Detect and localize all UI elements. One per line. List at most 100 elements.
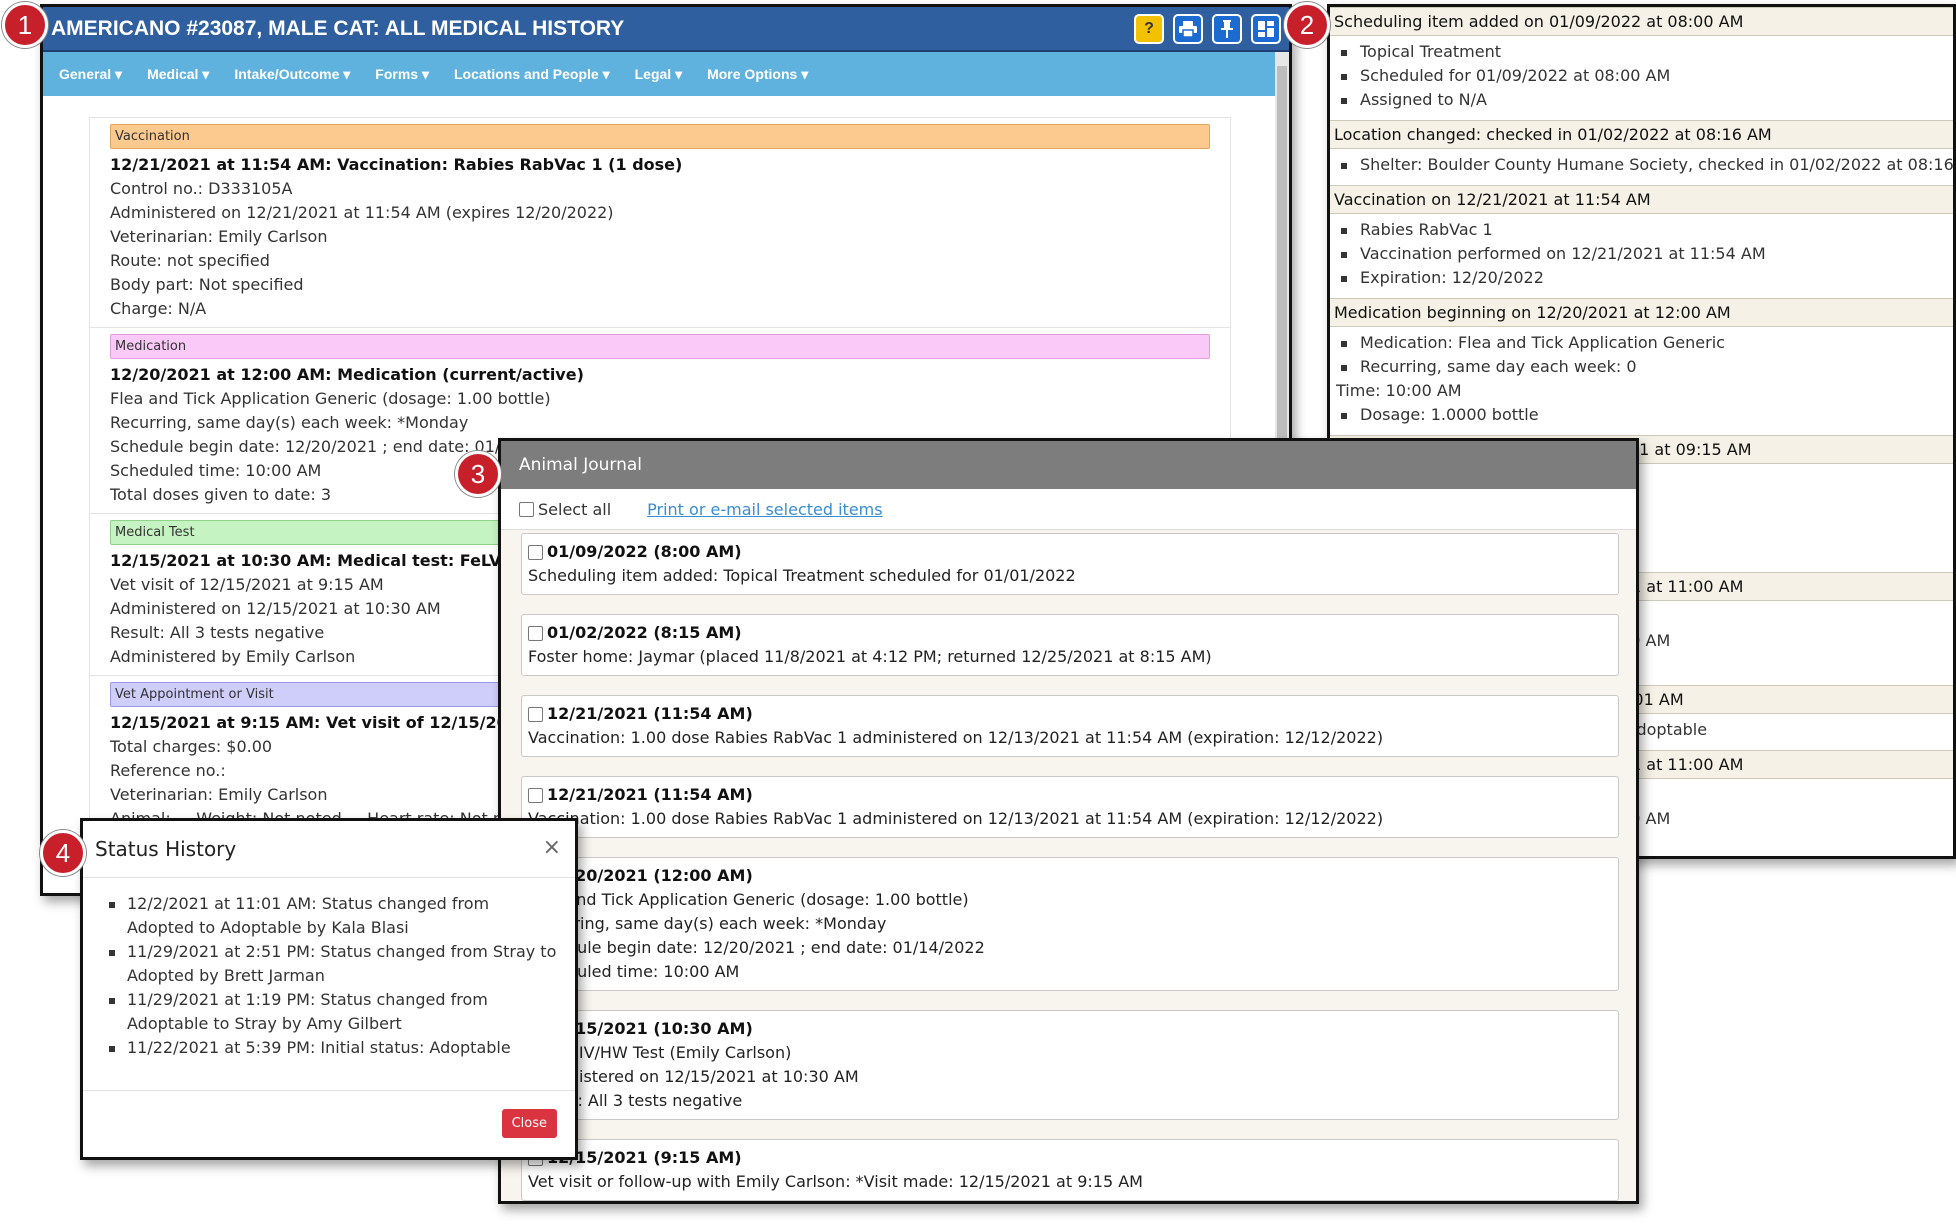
close-icon[interactable]: ×: [543, 835, 561, 860]
nav-forms[interactable]: Forms ▾: [375, 66, 429, 83]
journal-entry-line: Administered on 12/15/2021 at 10:30 AM: [528, 1067, 859, 1086]
print-icon[interactable]: [1173, 13, 1203, 44]
journal-header: Animal Journal: [501, 441, 1636, 489]
callout-badge-2: 2: [1284, 2, 1330, 48]
journal-entry-line: Scheduled time: 10:00 AM: [528, 962, 740, 981]
status-history-dialog: Status History × 12/2/2021 at 11:01 AM: …: [80, 818, 578, 1160]
change-detail-item: Scheduled for 01/09/2022 at 08:00 AM: [1330, 64, 1953, 88]
change-detail-item: Rabies RabVac 1: [1330, 218, 1953, 242]
status-history-list: 12/2/2021 at 11:01 AM: Status changed fr…: [83, 878, 575, 1102]
change-detail-item: Vaccination performed on 12/21/2021 at 1…: [1330, 242, 1953, 266]
status-history-header: Status History ×: [83, 821, 575, 878]
status-history-item: 12/2/2021 at 11:01 AM: Status changed fr…: [97, 892, 561, 940]
journal-entry-line: FeLV/FIV/HW Test (Emily Carlson): [528, 1043, 792, 1062]
nav-intake-outcome[interactable]: Intake/Outcome ▾: [234, 66, 350, 83]
change-section-body: Rabies RabVac 1 Vaccination performed on …: [1330, 214, 1953, 298]
journal-entry: 01/09/2022 (8:00 AM) Scheduling item adde…: [521, 533, 1619, 595]
journal-entries: 01/09/2022 (8:00 AM) Scheduling item adde…: [521, 533, 1619, 1201]
medical-type-tag: Medication: [110, 334, 1210, 359]
select-all-label[interactable]: Select all: [538, 500, 611, 519]
change-section-header: Vaccination on 12/21/2021 at 11:54 AM: [1330, 185, 1953, 214]
nav-general[interactable]: General ▾: [59, 66, 122, 83]
print-email-link[interactable]: Print or e-mail selected items: [647, 500, 882, 519]
medical-entry-line: Recurring, same day(s) each week: *Monda…: [110, 413, 469, 432]
medical-entry-line: Route: not specified: [110, 251, 270, 270]
journal-entry-line: Flea and Tick Application Generic (dosag…: [528, 890, 969, 909]
journal-entry: 12/20/2021 (12:00 AM) Flea and Tick Appli…: [521, 857, 1619, 991]
journal-entry-date: 01/02/2022 (8:15 AM): [547, 623, 742, 642]
journal-entry: 01/02/2022 (8:15 AM) Foster home: Jaymar …: [521, 614, 1619, 676]
journal-entry-header: 12/15/2021 (9:15 AM): [528, 1146, 1612, 1170]
change-detail-item: Topical Treatment: [1330, 40, 1953, 64]
journal-entry-checkbox[interactable]: [528, 707, 543, 722]
change-detail-item: Assigned to N/A: [1330, 88, 1953, 112]
medical-entry-title: 12/21/2021 at 11:54 AM: Vaccination: Rab…: [110, 155, 683, 174]
medical-entry-line: Flea and Tick Application Generic (dosag…: [110, 389, 551, 408]
journal-entry-header: 01/09/2022 (8:00 AM): [528, 540, 1612, 564]
change-detail-item: Time: 10:00 AM: [1336, 381, 1462, 400]
nav-locations-people[interactable]: Locations and People ▾: [454, 66, 610, 83]
change-detail-item: Expiration: 12/20/2022: [1330, 266, 1953, 290]
journal-entry-line: Foster home: Jaymar (placed 11/8/2021 at…: [528, 647, 1212, 666]
journal-entry-date: 12/21/2021 (11:54 AM): [547, 704, 753, 723]
journal-entry-checkbox[interactable]: [528, 626, 543, 641]
journal-entry: 12/15/2021 (10:30 AM) FeLV/FIV/HW Test (E…: [521, 1010, 1619, 1120]
nav-medical[interactable]: Medical ▾: [147, 66, 209, 83]
nav-more-options[interactable]: More Options ▾: [707, 66, 808, 83]
callout-badge-1: 1: [2, 2, 48, 48]
change-section-body: Medication: Flea and Tick Application Ge…: [1330, 327, 1953, 435]
nav-legal[interactable]: Legal ▾: [635, 66, 682, 83]
window-title: AMERICANO #23087, MALE CAT: ALL MEDICAL …: [51, 16, 625, 40]
change-section-body: Shelter: Boulder County Humane Society, …: [1330, 149, 1953, 185]
scrollbar-thumb[interactable]: [1277, 66, 1287, 456]
help-icon[interactable]: ?: [1134, 13, 1164, 44]
journal-entry-checkbox[interactable]: [528, 788, 543, 803]
medical-entry: Vaccination 12/21/2021 at 11:54 AM: Vacci…: [90, 118, 1230, 328]
medical-type-tag: Vaccination: [110, 124, 1210, 149]
callout-badge-3: 3: [455, 451, 501, 497]
change-detail-item: Dosage: 1.0000 bottle: [1330, 403, 1953, 427]
change-section-body: Topical Treatment Scheduled for 01/09/202…: [1330, 36, 1953, 120]
medical-entry-line: Administered on 12/21/2021 at 11:54 AM (…: [110, 203, 614, 222]
journal-entry: 12/21/2021 (11:54 AM) Vaccination: 1.00 d…: [521, 695, 1619, 757]
journal-entry-header: 01/02/2022 (8:15 AM): [528, 621, 1612, 645]
callout-badge-4: 4: [40, 830, 86, 876]
journal-entry-line: Schedule begin date: 12/20/2021 ; end da…: [528, 938, 985, 957]
medical-entry-line: Control no.: D333105A: [110, 179, 293, 198]
journal-entry: 12/21/2021 (11:54 AM) Vaccination: 1.00 d…: [521, 776, 1619, 838]
journal-entry-line: Recurring, same day(s) each week: *Monda…: [528, 914, 887, 933]
journal-entry-line: Scheduling item added: Topical Treatment…: [528, 566, 1076, 585]
select-all-checkbox[interactable]: [519, 501, 534, 517]
journal-entry-header: 12/21/2021 (11:54 AM): [528, 702, 1612, 726]
medical-entry-title: 12/20/2021 at 12:00 AM: Medication (curr…: [110, 365, 584, 384]
journal-entry-header: 12/15/2021 (10:30 AM): [528, 1017, 1612, 1041]
window-titlebar: AMERICANO #23087, MALE CAT: ALL MEDICAL …: [43, 7, 1289, 52]
change-detail-item: Shelter: Boulder County Humane Society, …: [1330, 153, 1953, 177]
pin-icon[interactable]: [1212, 13, 1242, 44]
change-detail-item: Medication: Flea and Tick Application Ge…: [1330, 331, 1953, 355]
journal-entry-checkbox[interactable]: [528, 545, 543, 560]
status-history-footer: Close: [83, 1090, 575, 1157]
layout-icon[interactable]: [1251, 13, 1281, 44]
change-detail-item: Recurring, same day each week: 0: [1330, 355, 1953, 379]
animal-journal-dialog: Animal Journal Select all Print or e-mai…: [498, 438, 1639, 1204]
journal-toolbar: Select all Print or e-mail selected item…: [501, 489, 1636, 530]
status-history-title: Status History: [95, 837, 237, 861]
journal-entry-line: Vaccination: 1.00 dose Rabies RabVac 1 a…: [528, 809, 1384, 828]
change-section-header: Medication beginning on 12/20/2021 at 12…: [1330, 298, 1953, 327]
navbar: General ▾ Medical ▾ Intake/Outcome ▾ For…: [43, 52, 1275, 96]
journal-entry: 12/15/2021 (9:15 AM) Vet visit or follow-…: [521, 1139, 1619, 1201]
journal-entry-header: 12/20/2021 (12:00 AM): [528, 864, 1612, 888]
status-history-item: 11/29/2021 at 1:19 PM: Status changed fr…: [97, 988, 561, 1036]
journal-entry-line: Vet visit or follow-up with Emily Carlso…: [528, 1172, 1143, 1191]
medical-entry-line: Veterinarian: Emily Carlson: [110, 227, 328, 246]
change-section-header: Scheduling item added on 01/09/2022 at 0…: [1330, 7, 1953, 36]
medical-entry-line: Charge: N/A: [110, 299, 207, 318]
status-history-item: 11/22/2021 at 5:39 PM: Initial status: A…: [97, 1036, 561, 1060]
change-section-header: Location changed: checked in 01/02/2022 …: [1330, 120, 1953, 149]
journal-entry-line: Vaccination: 1.00 dose Rabies RabVac 1 a…: [528, 728, 1384, 747]
journal-entry-header: 12/21/2021 (11:54 AM): [528, 783, 1612, 807]
status-history-item: 11/29/2021 at 2:51 PM: Status changed fr…: [97, 940, 561, 988]
medical-entry-line: Body part: Not specified: [110, 275, 304, 294]
close-button[interactable]: Close: [501, 1109, 557, 1138]
